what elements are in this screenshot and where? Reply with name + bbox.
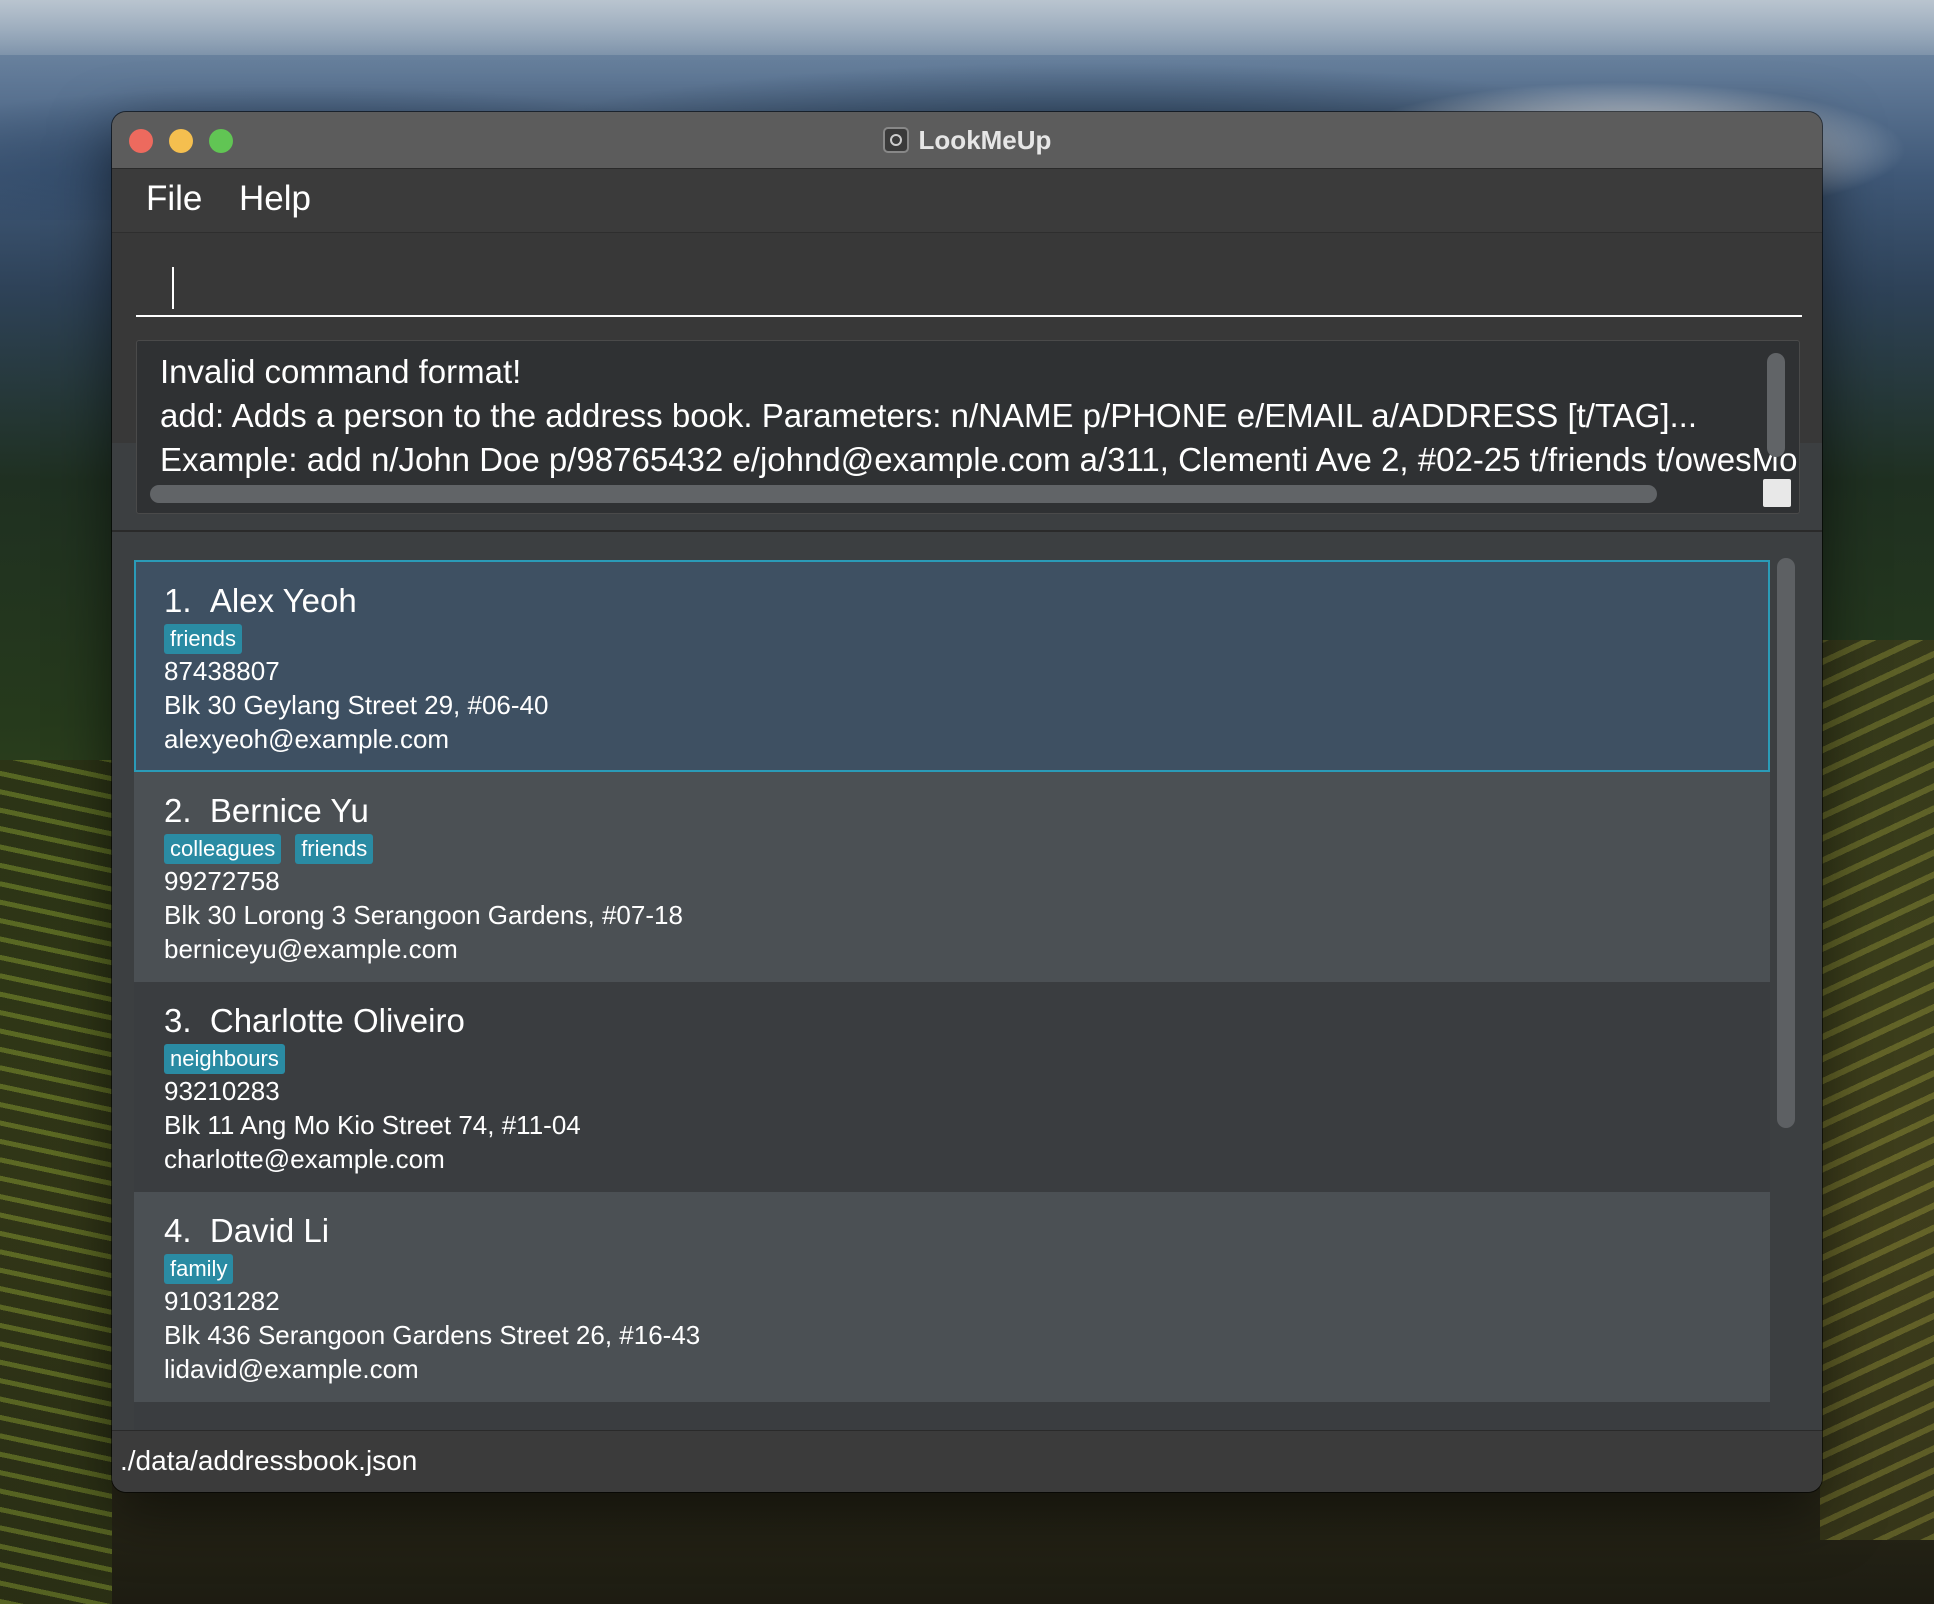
- tag-badge: friends: [295, 834, 374, 864]
- person-index: 3.: [164, 1002, 192, 1039]
- person-card[interactable]: 4. David Li family 91031282 Blk 436 Sera…: [134, 1192, 1770, 1402]
- tag-badge: friends: [164, 624, 243, 654]
- person-email: lidavid@example.com: [164, 1354, 419, 1384]
- person-address: Blk 436 Serangoon Gardens Street 26, #16…: [164, 1320, 701, 1350]
- person-name-line: 3. Charlotte Oliveiro: [164, 1002, 465, 1040]
- window-title: LookMeUp: [918, 124, 1052, 155]
- app-window: LookMeUp File Help Invalid command forma…: [112, 112, 1822, 1492]
- person-phone: 93210283: [164, 1076, 280, 1106]
- person-email: berniceyu@example.com: [164, 934, 458, 964]
- person-name-line: 1. Alex Yeoh: [164, 582, 357, 620]
- status-bar: ./data/addressbook.json: [112, 1430, 1822, 1492]
- person-address: Blk 30 Lorong 3 Serangoon Gardens, #07-1…: [164, 900, 683, 930]
- result-line: add: Adds a person to the address book. …: [160, 397, 1698, 434]
- window-title-group: LookMeUp: [112, 112, 1822, 168]
- app-icon: [882, 127, 909, 153]
- person-list: 1. Alex Yeoh friends 87438807 Blk 30 Gey…: [134, 560, 1770, 1432]
- command-input[interactable]: [136, 249, 1802, 317]
- person-email: alexyeoh@example.com: [164, 724, 450, 754]
- tag-list: family: [164, 1254, 234, 1284]
- person-card[interactable]: 1. Alex Yeoh friends 87438807 Blk 30 Gey…: [134, 560, 1770, 772]
- result-vertical-scrollbar[interactable]: [1767, 353, 1785, 457]
- result-display[interactable]: Invalid command format! add: Adds a pers…: [136, 340, 1800, 514]
- person-index: 4.: [164, 1212, 192, 1249]
- menu-bar: File Help: [112, 169, 1822, 233]
- scroll-corner: [1763, 479, 1791, 507]
- result-line: Example: add n/John Doe p/98765432 e/joh…: [160, 441, 1800, 478]
- person-name: Charlotte Oliveiro: [209, 1002, 465, 1039]
- person-phone: 91031282: [164, 1286, 280, 1316]
- tag-badge: neighbours: [164, 1044, 285, 1074]
- wallpaper-vineyard-right: [1820, 640, 1934, 1540]
- menu-help[interactable]: Help: [239, 179, 311, 219]
- tag-list: neighbours: [164, 1044, 285, 1074]
- tag-badge: colleagues: [164, 834, 282, 864]
- person-index: 2.: [164, 792, 192, 829]
- person-email: charlotte@example.com: [164, 1144, 445, 1174]
- result-line: Invalid command format!: [160, 353, 522, 390]
- result-horizontal-scrollbar[interactable]: [150, 485, 1657, 503]
- person-name: Alex Yeoh: [209, 582, 357, 619]
- person-name: Bernice Yu: [209, 792, 369, 829]
- save-file-path: ./data/addressbook.json: [120, 1445, 418, 1476]
- person-name-line: 4. David Li: [164, 1212, 329, 1250]
- text-caret: [172, 267, 174, 309]
- person-card[interactable]: 3. Charlotte Oliveiro neighbours 9321028…: [134, 982, 1770, 1192]
- person-card-partial[interactable]: [134, 1402, 1770, 1432]
- person-address: Blk 11 Ang Mo Kio Street 74, #11-04: [164, 1110, 581, 1140]
- tag-list: friends: [164, 624, 243, 654]
- list-vertical-scrollbar[interactable]: [1777, 558, 1795, 1128]
- person-phone: 99272758: [164, 866, 280, 896]
- person-card[interactable]: 2. Bernice Yu colleagues friends 9927275…: [134, 772, 1770, 982]
- person-phone: 87438807: [164, 656, 280, 686]
- wallpaper-vineyard-left: [0, 760, 112, 1604]
- title-bar[interactable]: LookMeUp: [112, 112, 1822, 169]
- person-list-panel: 1. Alex Yeoh friends 87438807 Blk 30 Gey…: [112, 530, 1822, 1432]
- tag-list: colleagues friends: [164, 834, 374, 864]
- person-address: Blk 30 Geylang Street 29, #06-40: [164, 690, 549, 720]
- person-name: David Li: [209, 1212, 330, 1249]
- menu-file[interactable]: File: [146, 179, 202, 219]
- tag-badge: family: [164, 1254, 234, 1284]
- command-area: Invalid command format! add: Adds a pers…: [112, 233, 1822, 514]
- person-index: 1.: [164, 582, 192, 619]
- person-name-line: 2. Bernice Yu: [164, 792, 369, 830]
